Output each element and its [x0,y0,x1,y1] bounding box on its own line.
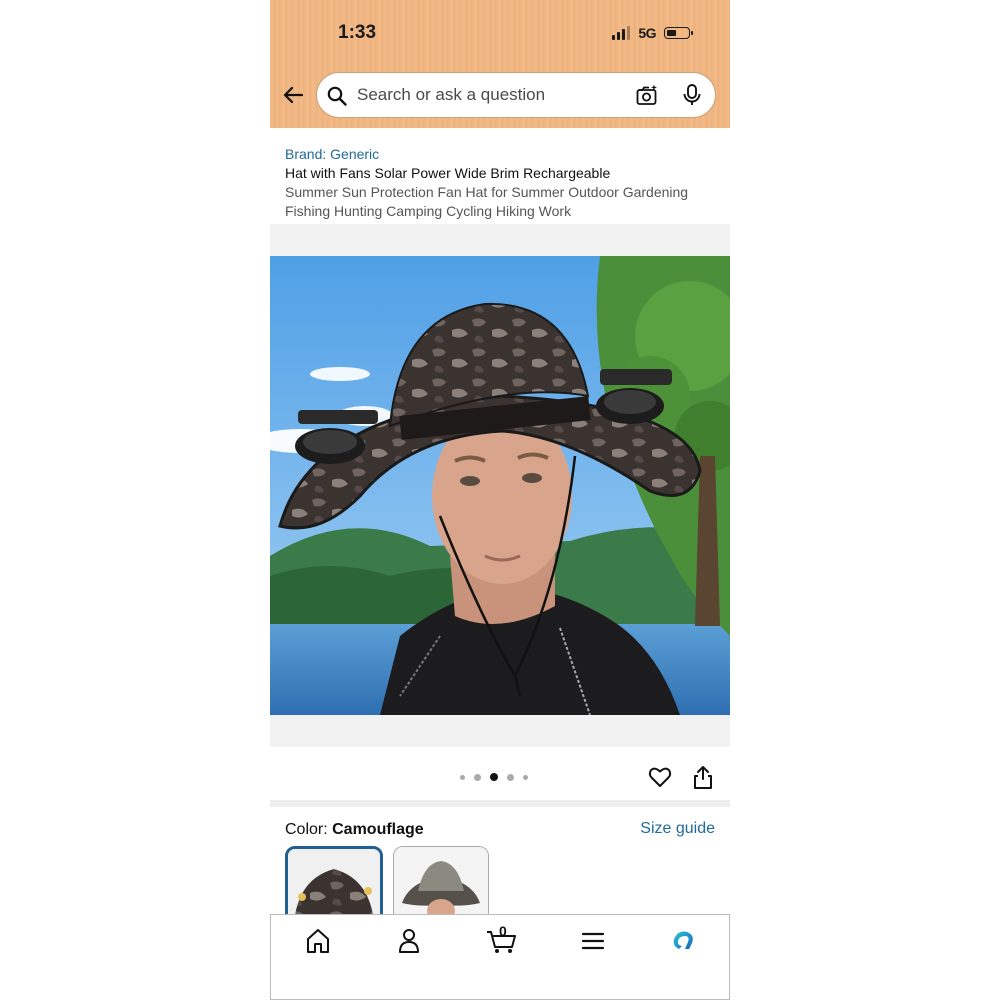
color-label-prefix: Color: [285,821,333,838]
mic-icon[interactable] [681,83,703,107]
signal-icon [612,26,631,40]
pagination-dot[interactable] [507,773,514,781]
cart-button[interactable]: 0 [485,923,519,955]
network-label: 5G [638,25,656,41]
status-icons: 5G [612,25,693,41]
share-icon[interactable] [692,764,714,790]
color-value: Camouflage [332,821,424,838]
pagination-dot[interactable] [460,774,465,780]
status-time: 1:33 [338,22,377,43]
brand-link[interactable]: Brand: Generic [285,146,379,162]
product-title[interactable]: Hat with Fans Solar Power Wide Brim Rech… [285,164,725,221]
search-icon [327,86,347,106]
account-icon[interactable] [394,927,424,955]
search-input[interactable] [357,73,617,117]
battery-icon [664,27,693,39]
search-bar[interactable] [316,72,716,118]
image-pagination[interactable] [460,773,528,781]
camera-icon[interactable] [635,83,659,107]
cart-count: 0 [499,923,507,939]
bottom-nav: 0 [270,914,730,1000]
product-title-rest: Summer Sun Protection Fan Hat for Summer… [285,184,689,219]
header: 1:33 5G [270,0,730,128]
menu-icon[interactable] [578,927,608,955]
back-arrow-icon[interactable] [282,84,304,106]
color-label: Color: Camouflage [285,821,424,839]
heart-icon[interactable] [648,765,672,789]
pagination-dot-active[interactable] [490,773,498,781]
size-guide-link[interactable]: Size guide [640,820,715,838]
pagination-dot[interactable] [474,773,481,781]
product-image[interactable] [270,256,730,715]
phone-screen: 1:33 5G Search or ask a question Brand: … [270,0,730,1000]
rufus-icon[interactable] [669,927,699,955]
product-title-main: Hat with Fans Solar Power Wide Brim Rech… [285,165,611,181]
home-icon[interactable] [303,927,333,955]
pagination-dot[interactable] [523,774,528,780]
section-divider [270,800,730,807]
